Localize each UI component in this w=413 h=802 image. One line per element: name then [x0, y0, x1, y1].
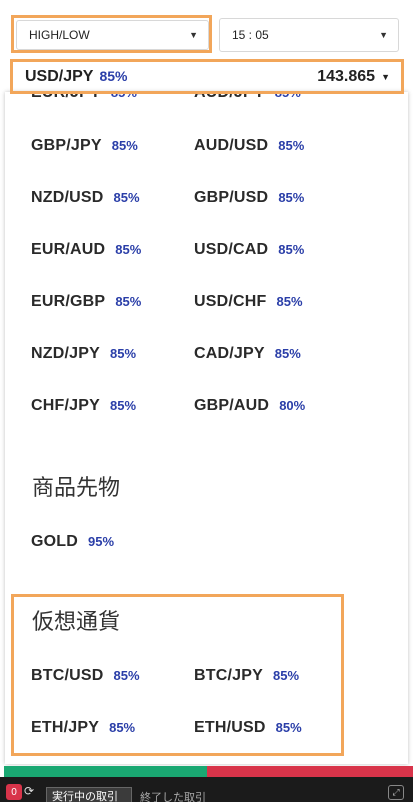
- dropdown-arrow-icon: ▼: [379, 30, 388, 40]
- expiry-value: 15 : 05: [232, 28, 269, 42]
- asset-option-symbol: AUD/JPY: [194, 92, 265, 101]
- asset-option-aud-jpy[interactable]: AUD/JPY 85%: [194, 92, 301, 102]
- asset-option-payout: 85%: [110, 92, 137, 100]
- asset-option-payout: 85%: [115, 294, 142, 309]
- asset-option-symbol: ETH/JPY: [31, 719, 100, 736]
- asset-option-eur-jpy[interactable]: EUR/JPY 85%: [31, 92, 137, 102]
- asset-option-aud-usd[interactable]: AUD/USD 85%: [194, 137, 304, 155]
- asset-option-usd-cad[interactable]: USD/CAD 85%: [194, 241, 304, 259]
- asset-option-payout: 85%: [278, 190, 305, 205]
- asset-option-payout: 85%: [278, 242, 305, 257]
- asset-option-payout: 85%: [109, 346, 137, 361]
- asset-option-symbol: BTC/JPY: [194, 667, 263, 684]
- tab-open-trades[interactable]: 実行中の取引: [46, 787, 132, 802]
- refresh-icon[interactable]: ⟳: [24, 784, 34, 798]
- category-title-commodities: 商品先物: [32, 476, 121, 501]
- asset-option-eth-usd[interactable]: ETH/USD 85%: [194, 719, 302, 737]
- asset-option-gold[interactable]: GOLD 95%: [31, 533, 114, 551]
- asset-option-gbp-usd[interactable]: GBP/USD 85%: [194, 189, 304, 207]
- asset-option-payout: 85%: [275, 720, 302, 735]
- asset-price: 143.865: [317, 67, 376, 85]
- asset-option-symbol: USD/CHF: [194, 293, 267, 310]
- asset-option-payout: 95%: [88, 534, 115, 549]
- asset-option-payout: 85%: [109, 398, 137, 413]
- asset-option-payout: 85%: [113, 668, 140, 683]
- asset-option-symbol: GBP/USD: [194, 189, 269, 206]
- asset-option-eur-gbp[interactable]: EUR/GBP 85%: [31, 293, 141, 311]
- asset-option-payout: 85%: [109, 720, 136, 735]
- asset-payout: 85%: [99, 67, 128, 84]
- low-ratio-bar: [207, 766, 413, 777]
- asset-option-chf-jpy[interactable]: CHF/JPY 85%: [31, 397, 136, 415]
- dropdown-arrow-icon: ▼: [381, 71, 390, 82]
- asset-option-gbp-jpy[interactable]: GBP/JPY 85%: [31, 137, 138, 155]
- asset-option-usd-chf[interactable]: USD/CHF 85%: [194, 293, 303, 311]
- asset-option-payout: 85%: [113, 190, 140, 205]
- asset-option-payout: 85%: [276, 294, 303, 309]
- asset-symbol: USD/JPY: [25, 67, 94, 85]
- asset-option-nzd-usd[interactable]: NZD/USD 85%: [31, 189, 140, 207]
- open-trades-count-badge: 0: [6, 784, 22, 800]
- high-ratio-bar: [4, 766, 207, 777]
- asset-option-symbol: NZD/USD: [31, 189, 104, 206]
- asset-option-symbol: CHF/JPY: [31, 397, 100, 414]
- asset-option-btc-jpy[interactable]: BTC/JPY 85%: [194, 667, 299, 685]
- trade-type-select[interactable]: HIGH/LOW ▼: [16, 20, 209, 50]
- expiry-select[interactable]: 15 : 05 ▼: [219, 18, 399, 52]
- asset-option-payout: 80%: [279, 398, 306, 413]
- asset-option-symbol: GOLD: [31, 533, 79, 550]
- asset-option-payout: 85%: [278, 138, 305, 153]
- tab-closed-trades[interactable]: 終了した取引: [140, 789, 206, 802]
- asset-option-eur-aud[interactable]: EUR/AUD 85%: [31, 241, 141, 259]
- asset-option-payout: 85%: [272, 668, 300, 683]
- asset-option-gbp-aud[interactable]: GBP/AUD 80%: [194, 397, 305, 415]
- expand-icon[interactable]: ⤢: [388, 785, 404, 800]
- asset-option-symbol: BTC/USD: [31, 667, 104, 684]
- asset-dropdown-panel[interactable]: EUR/JPY 85% AUD/JPY 85% GBP/JPY 85% AUD/…: [5, 92, 408, 764]
- asset-option-eth-jpy[interactable]: ETH/JPY 85%: [31, 719, 135, 737]
- asset-option-payout: 85%: [111, 138, 138, 153]
- asset-option-symbol: NZD/JPY: [31, 345, 100, 362]
- asset-option-symbol: EUR/GBP: [31, 293, 106, 310]
- asset-option-symbol: USD/CAD: [194, 241, 269, 258]
- category-title-crypto: 仮想通貨: [32, 610, 121, 635]
- dropdown-arrow-icon: ▼: [189, 30, 198, 40]
- asset-option-symbol: GBP/JPY: [31, 137, 102, 154]
- asset-option-nzd-jpy[interactable]: NZD/JPY 85%: [31, 345, 136, 363]
- asset-selector[interactable]: USD/JPY 85% 143.865 ▼: [13, 61, 402, 92]
- asset-option-symbol: EUR/AUD: [31, 241, 106, 258]
- asset-option-symbol: AUD/USD: [194, 137, 269, 154]
- asset-option-symbol: EUR/JPY: [31, 92, 101, 101]
- trade-type-value: HIGH/LOW: [29, 28, 90, 42]
- asset-option-payout: 85%: [274, 346, 301, 361]
- asset-option-payout: 85%: [274, 92, 301, 100]
- asset-option-cad-jpy[interactable]: CAD/JPY 85%: [194, 345, 301, 363]
- asset-option-btc-usd[interactable]: BTC/USD 85%: [31, 667, 140, 685]
- asset-option-symbol: GBP/AUD: [194, 397, 270, 414]
- asset-option-symbol: ETH/USD: [194, 719, 266, 736]
- asset-option-payout: 85%: [115, 242, 142, 257]
- asset-option-symbol: CAD/JPY: [194, 345, 265, 362]
